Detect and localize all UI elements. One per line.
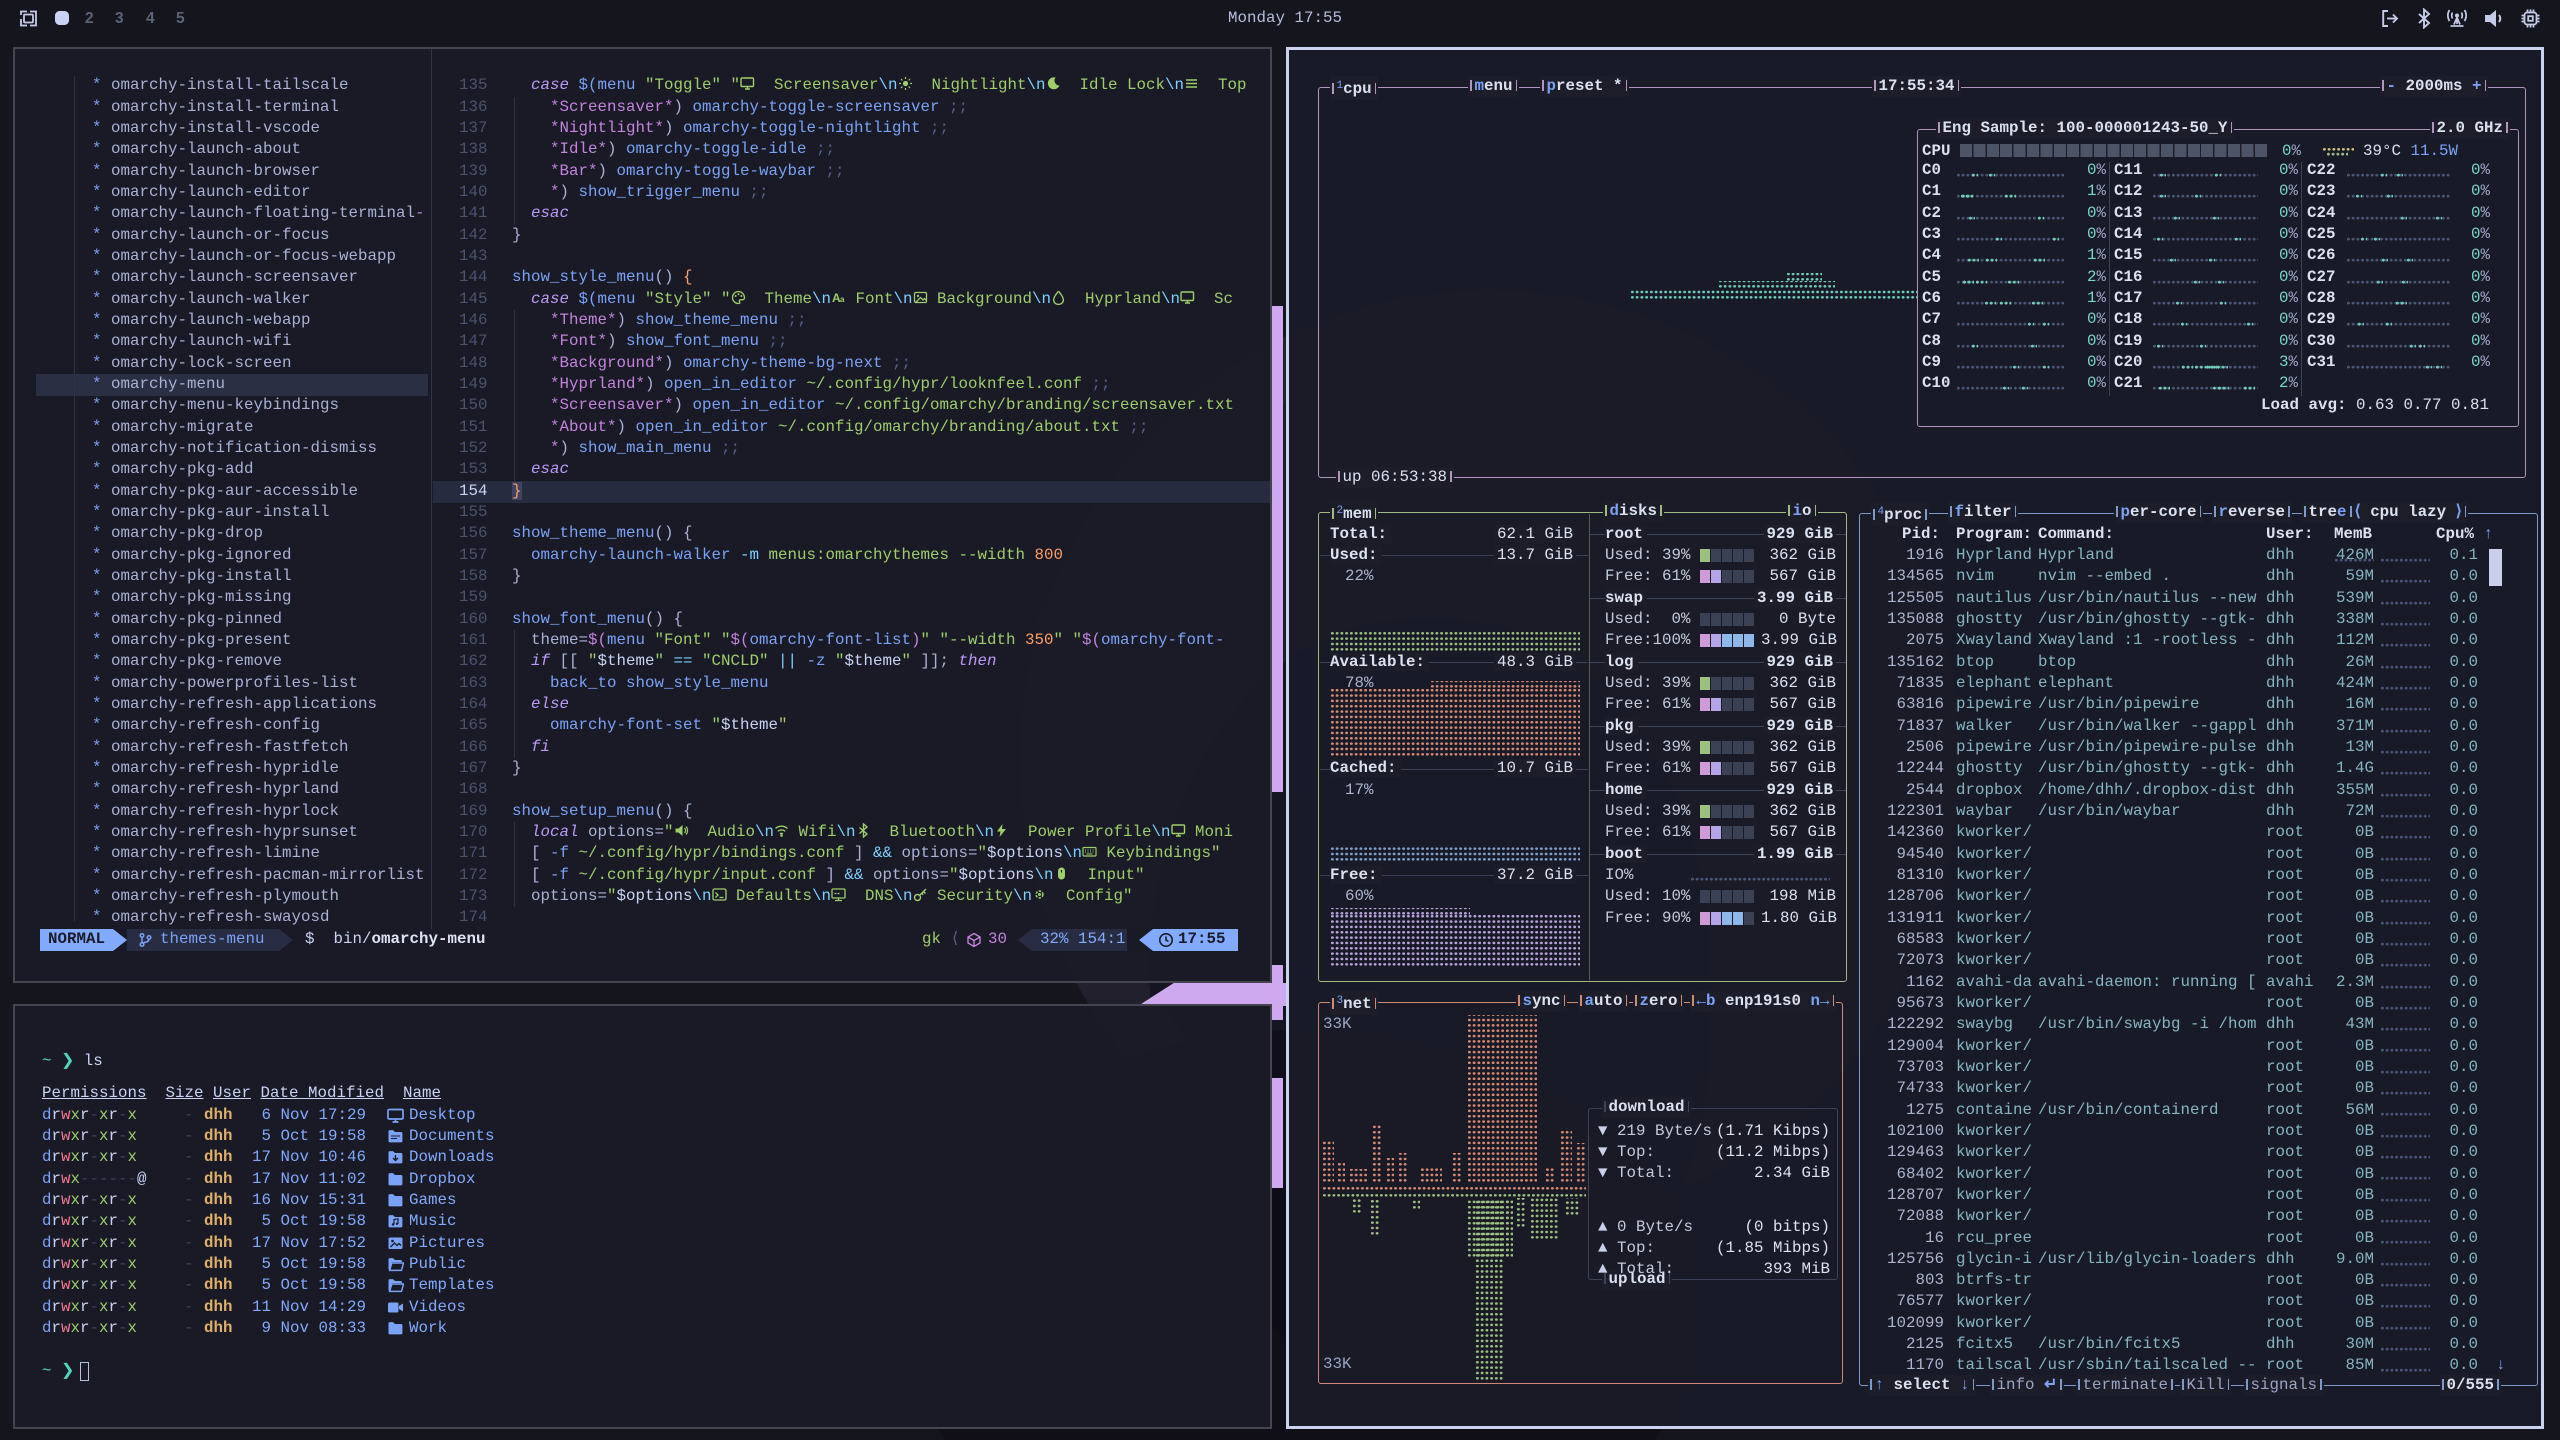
svg-text:a: a bbox=[840, 295, 845, 304]
